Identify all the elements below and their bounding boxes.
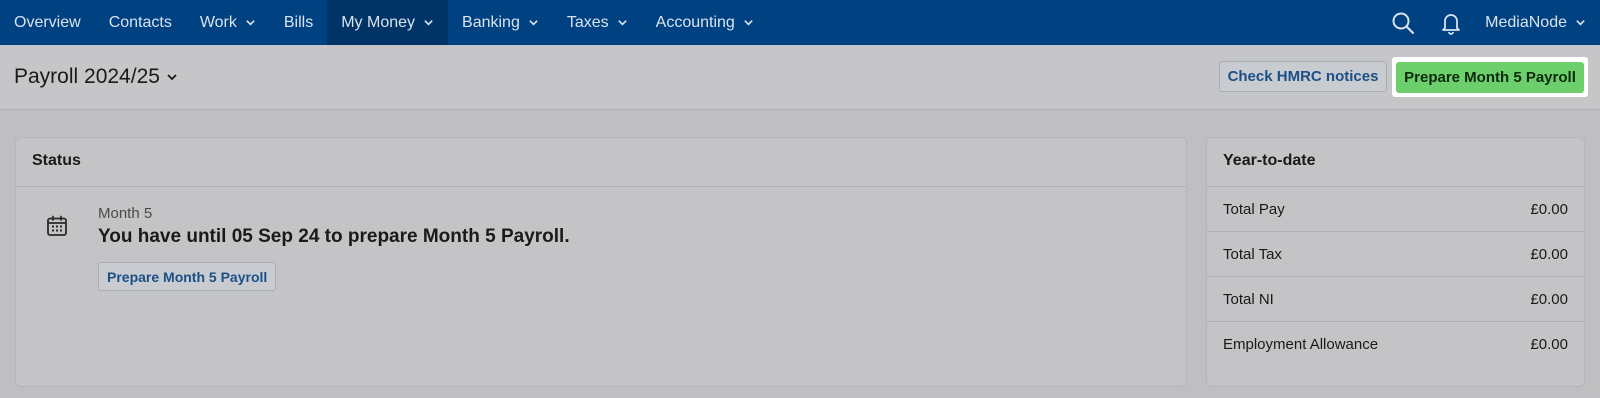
ytd-row-total-pay: Total Pay £0.00	[1207, 187, 1584, 232]
page-title-text: Payroll 2024/25	[14, 65, 160, 88]
bell-icon[interactable]	[1427, 0, 1475, 45]
chevron-down-icon	[744, 20, 753, 26]
ytd-row-total-tax: Total Tax £0.00	[1207, 232, 1584, 277]
ytd-label: Employment Allowance	[1223, 336, 1379, 353]
ytd-row-employment-allowance: Employment Allowance £0.00	[1207, 322, 1584, 367]
page-header: Payroll 2024/25 Check HMRC notices Prepa…	[0, 45, 1600, 110]
ytd-label: Total Pay	[1223, 200, 1285, 218]
top-nav: Overview Contacts Work Bills My Money Ba…	[0, 0, 1600, 45]
nav-item-label: Taxes	[566, 13, 609, 31]
chevron-down-icon	[617, 20, 627, 26]
nav-item-banking[interactable]: Banking	[448, 0, 553, 45]
nav-item-overview[interactable]: Overview	[0, 0, 95, 45]
ytd-label: Total Tax	[1223, 245, 1282, 263]
nav-right: MediaNode	[1379, 0, 1600, 45]
nav-item-bills[interactable]: Bills	[270, 0, 327, 45]
nav-item-work[interactable]: Work	[186, 0, 270, 45]
chevron-down-icon	[529, 20, 538, 26]
nav-item-label: Banking	[462, 13, 520, 31]
nav-item-contacts[interactable]: Contacts	[95, 0, 186, 45]
year-to-date-card: Year-to-date Total Pay £0.00 Total Tax £…	[1206, 137, 1585, 387]
user-name: MediaNode	[1485, 13, 1567, 31]
chevron-down-icon	[167, 74, 177, 81]
ytd-value: £0.00	[1530, 290, 1568, 308]
status-heading: Status	[16, 138, 1186, 187]
chevron-down-icon	[1576, 20, 1585, 26]
ytd-heading: Year-to-date	[1207, 138, 1584, 187]
ytd-value: £0.00	[1530, 245, 1568, 263]
nav-item-label: Overview	[14, 13, 81, 31]
nav-item-accounting[interactable]: Accounting	[642, 0, 768, 45]
nav-item-label: Work	[199, 13, 237, 31]
page-title[interactable]: Payroll 2024/25	[14, 65, 178, 89]
prepare-payroll-link-button[interactable]: Prepare Month 5 Payroll	[98, 262, 277, 291]
chevron-down-icon	[424, 20, 433, 26]
check-hmrc-notices-button[interactable]: Check HMRC notices	[1219, 61, 1387, 92]
ytd-row-total-ni: Total NI £0.00	[1207, 277, 1584, 322]
month-label: Month 5	[98, 205, 153, 222]
nav-item-my-money[interactable]: My Money	[327, 0, 449, 45]
nav-item-label: Accounting	[655, 13, 735, 31]
nav-item-label: My Money	[341, 13, 416, 31]
status-card: Status Month 5 You have until 05 Sep 24 …	[15, 137, 1187, 387]
nav-item-label: Contacts	[108, 13, 172, 31]
calendar-icon	[47, 215, 67, 236]
ytd-label: Total NI	[1223, 290, 1274, 308]
nav-item-taxes[interactable]: Taxes	[553, 0, 642, 45]
status-message: You have until 05 Sep 24 to prepare Mont…	[98, 226, 570, 247]
user-menu[interactable]: MediaNode	[1475, 14, 1590, 32]
search-icon[interactable]	[1379, 0, 1427, 45]
chevron-down-icon	[246, 20, 255, 26]
nav-item-label: Bills	[283, 13, 314, 31]
prepare-payroll-highlight: Prepare Month 5 Payroll	[1392, 57, 1588, 97]
ytd-value: £0.00	[1530, 200, 1568, 218]
ytd-value: £0.00	[1530, 336, 1568, 353]
prepare-payroll-button[interactable]: Prepare Month 5 Payroll	[1396, 61, 1584, 93]
